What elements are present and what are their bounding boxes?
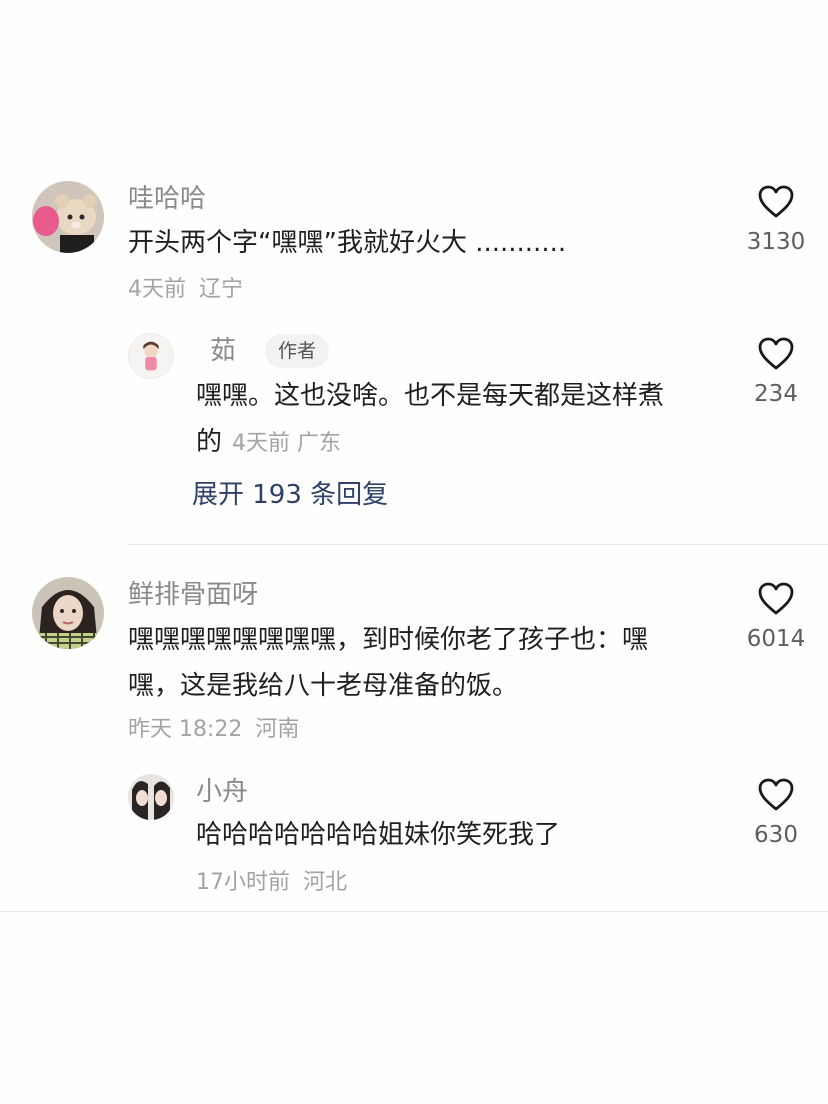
reply-text: 哈哈哈哈哈哈哈姐妹你笑死我了: [196, 820, 561, 850]
comment-time: 4天前: [128, 277, 186, 302]
comment-text-line: 嘿嘿嘿嘿嘿嘿嘿嘿，到时候你老了孩子也：嘿: [128, 625, 649, 655]
avatar[interactable]: [32, 181, 104, 253]
reply-time: 4天前: [232, 431, 291, 456]
divider: [0, 911, 828, 912]
username[interactable]: 鲜排骨面呀: [128, 580, 258, 610]
comment-section: 哇哈哈 开头两个字“嘿嘿”我就好火大 ........... 4天前 辽宁 31…: [0, 0, 828, 1104]
heart-outline-icon: [758, 582, 794, 615]
expand-replies-link[interactable]: 展开 193 条回复: [192, 479, 388, 511]
avatar[interactable]: [128, 774, 174, 820]
like-count: 630: [754, 822, 798, 848]
divider: [128, 544, 828, 545]
like-count: 3130: [746, 229, 806, 255]
reply-location: 广东: [297, 431, 342, 456]
avatar[interactable]: [128, 333, 174, 379]
reply-text-tail: 的: [196, 427, 223, 457]
reply-text: 嘿嘿。这也没啥。也不是每天都是这样煮 的 4天前 广东: [196, 373, 736, 467]
like-count: 234: [754, 381, 798, 407]
comment-meta: 昨天 18:22 河南: [128, 716, 299, 744]
username[interactable]: 茹: [210, 336, 236, 366]
username[interactable]: 哇哈哈: [128, 184, 206, 214]
like-button[interactable]: 630: [731, 778, 821, 849]
comment-time: 昨天 18:22: [128, 717, 243, 742]
reply-meta: 4天前 广东: [232, 431, 341, 456]
username[interactable]: 小舟: [196, 777, 248, 807]
comment-location: 河南: [255, 717, 300, 742]
heart-outline-icon: [758, 337, 794, 370]
like-button[interactable]: 3130: [731, 185, 821, 256]
author-badge: 作者: [265, 334, 330, 368]
heart-outline-icon: [758, 185, 794, 218]
like-button[interactable]: 234: [731, 337, 821, 408]
comment-location: 辽宁: [199, 277, 244, 302]
comment-text-line: 嘿，这是我给八十老母准备的饭。: [128, 671, 519, 701]
comment-text: 开头两个字“嘿嘿”我就好火大 ...........: [128, 228, 567, 258]
heart-outline-icon: [758, 778, 794, 811]
reply-text-line: 的 4天前 广东: [196, 419, 736, 467]
comment-meta: 4天前 辽宁: [128, 276, 243, 304]
reply-text-line: 嘿嘿。这也没啥。也不是每天都是这样煮: [196, 381, 665, 411]
comment-text: 嘿嘿嘿嘿嘿嘿嘿嘿，到时候你老了孩子也：嘿 嘿，这是我给八十老母准备的饭。: [128, 617, 718, 709]
like-button[interactable]: 6014: [731, 582, 821, 653]
avatar[interactable]: [32, 577, 104, 649]
reply-location: 河北: [303, 870, 348, 895]
reply-time: 17小时前: [196, 870, 290, 895]
like-count: 6014: [746, 626, 806, 652]
reply-meta: 17小时前 河北: [196, 869, 347, 897]
